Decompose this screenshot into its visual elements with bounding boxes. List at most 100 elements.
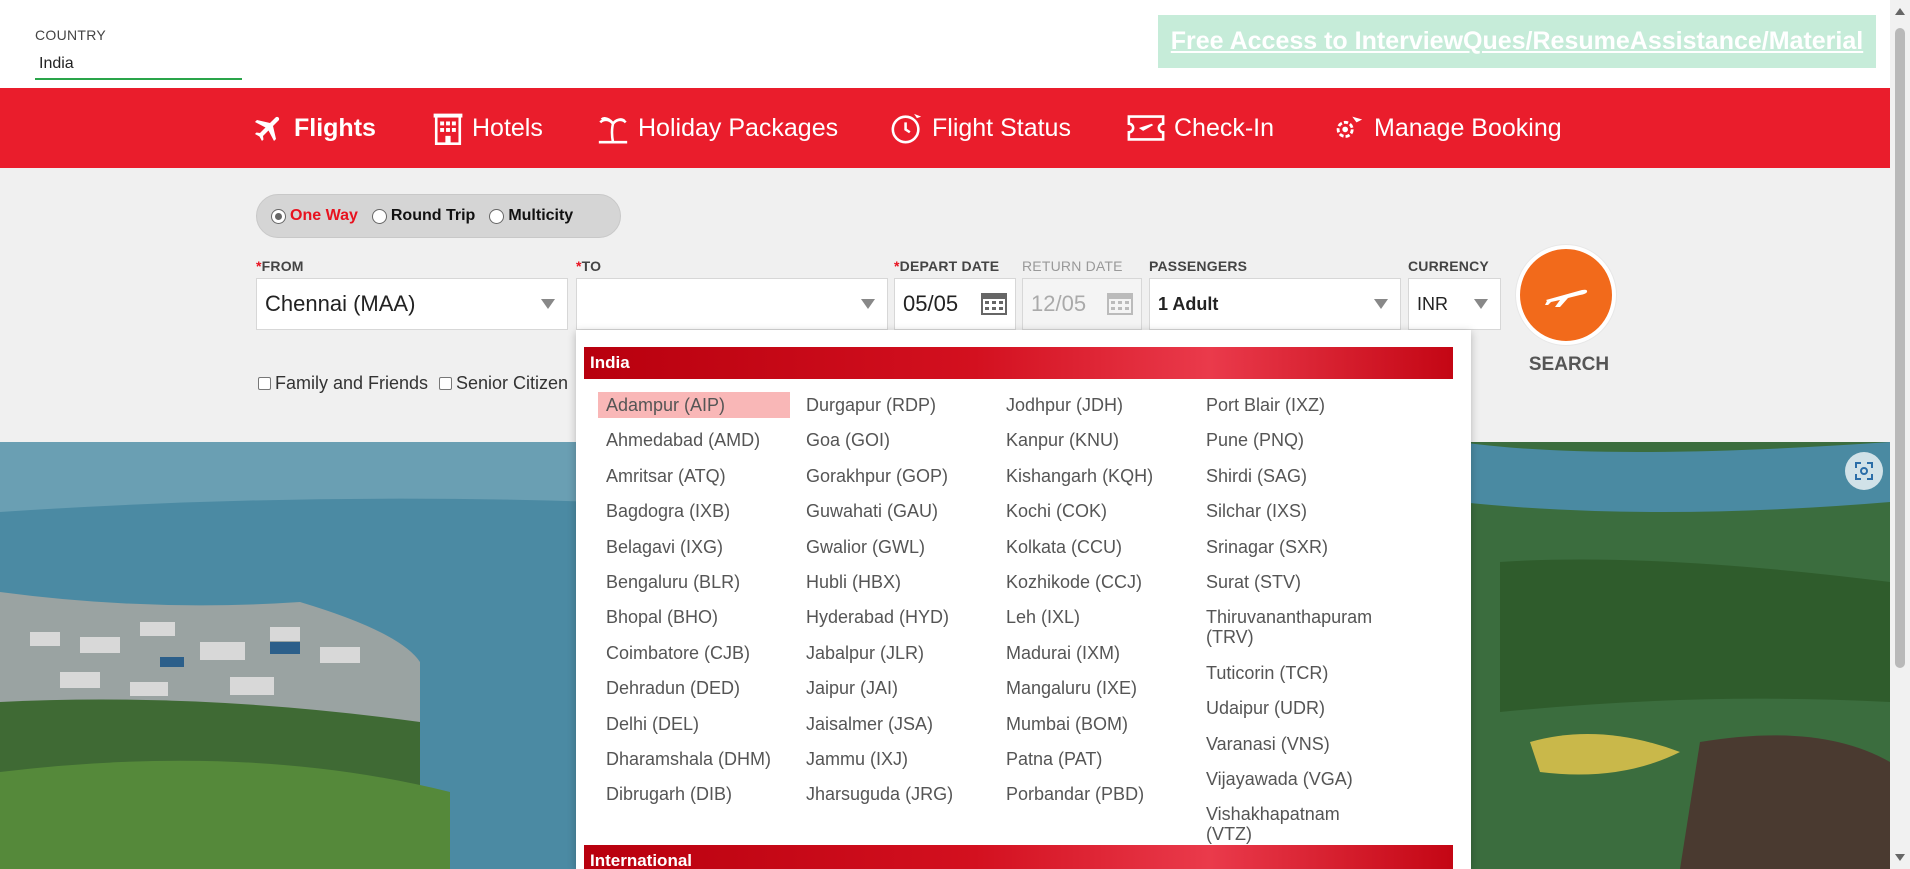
passengers-value: 1 Adult: [1158, 293, 1219, 314]
airport-option[interactable]: Leh (IXL): [998, 604, 1190, 630]
nav-manage-booking[interactable]: Manage Booking: [1330, 88, 1562, 168]
from-select[interactable]: Chennai (MAA): [256, 278, 568, 330]
scroll-up-arrow[interactable]: [1895, 8, 1905, 15]
trip-type-selector: One Way Round Trip Multicity: [256, 194, 621, 238]
airport-option[interactable]: Guwahati (GAU): [798, 498, 990, 524]
scroll-down-arrow[interactable]: [1895, 854, 1905, 861]
airport-option[interactable]: Jaisalmer (JSA): [798, 711, 990, 737]
airport-option[interactable]: Varanasi (VNS): [1198, 731, 1390, 757]
to-label: *TO: [576, 258, 602, 274]
airport-option[interactable]: Jaipur (JAI): [798, 675, 990, 701]
return-date-field[interactable]: 12/05: [1022, 278, 1142, 330]
airport-option[interactable]: Gorakhpur (GOP): [798, 463, 990, 489]
airport-option[interactable]: Amritsar (ATQ): [598, 463, 790, 489]
group-header-india: India: [584, 347, 1453, 379]
from-label: *FROM: [256, 258, 304, 274]
promo-link[interactable]: Free Access to InterviewQues/ResumeAssis…: [1171, 27, 1863, 56]
airport-option[interactable]: Coimbatore (CJB): [598, 640, 790, 666]
search-button[interactable]: [1516, 245, 1616, 345]
hotel-icon: [433, 113, 463, 145]
radio-multicity[interactable]: Multicity: [489, 207, 573, 225]
family-friends-label: Family and Friends: [275, 373, 429, 393]
return-date-label: RETURN DATE: [1022, 258, 1123, 274]
currency-select[interactable]: INR: [1408, 278, 1501, 330]
airport-option[interactable]: Silchar (IXS): [1198, 498, 1390, 524]
airport-option[interactable]: Ahmedabad (AMD): [598, 427, 790, 453]
nav-hotels[interactable]: Hotels: [432, 88, 543, 168]
airport-option[interactable]: Kanpur (KNU): [998, 427, 1190, 453]
radio-dot: [489, 208, 505, 224]
senior-citizen-label: Senior Citizen: [456, 373, 569, 393]
to-select[interactable]: [576, 278, 888, 330]
gear-plane-icon: [1336, 116, 1363, 138]
nav-flights-label: Flights: [294, 113, 376, 142]
radio-round-trip[interactable]: Round Trip: [371, 207, 475, 225]
calendar-icon[interactable]: [981, 291, 1007, 315]
airport-option[interactable]: Mangaluru (IXE): [998, 675, 1190, 701]
airport-option[interactable]: Shirdi (SAG): [1198, 463, 1390, 489]
checkbox-box[interactable]: [258, 377, 271, 390]
airport-option[interactable]: Kozhikode (CCJ): [998, 569, 1190, 595]
airport-option[interactable]: Udaipur (UDR): [1198, 695, 1390, 721]
airport-option[interactable]: Jodhpur (JDH): [998, 392, 1190, 418]
airport-option[interactable]: Dibrugarh (DIB): [598, 781, 790, 807]
airport-option[interactable]: Bhopal (BHO): [598, 604, 790, 630]
radio-multicity-label: Multicity: [508, 207, 574, 224]
airport-option[interactable]: Patna (PAT): [998, 746, 1190, 772]
airport-option[interactable]: Kochi (COK): [998, 498, 1190, 524]
promo-banner[interactable]: Free Access to InterviewQues/ResumeAssis…: [1158, 15, 1876, 68]
airport-option[interactable]: Durgapur (RDP): [798, 392, 990, 418]
radio-one-way-label: One Way: [290, 207, 358, 224]
passengers-select[interactable]: 1 Adult: [1149, 278, 1401, 330]
airport-option[interactable]: Surat (STV): [1198, 569, 1390, 595]
country-label: COUNTRY: [35, 27, 107, 43]
airport-option[interactable]: Gwalior (GWL): [798, 534, 990, 560]
page-scrollbar[interactable]: [1890, 0, 1910, 869]
scroll-thumb[interactable]: [1895, 28, 1905, 668]
depart-date-field[interactable]: 05/05: [894, 278, 1016, 330]
senior-citizen-checkbox[interactable]: Senior Citizen: [439, 373, 568, 394]
chevron-down-icon: [1474, 299, 1488, 309]
airport-option[interactable]: Delhi (DEL): [598, 711, 790, 737]
airport-option[interactable]: Jammu (IXJ): [798, 746, 990, 772]
airport-option[interactable]: Thiruvananthapuram (TRV): [1198, 604, 1390, 650]
country-select[interactable]: India: [35, 50, 242, 80]
airport-option[interactable]: Hubli (HBX): [798, 569, 990, 595]
airport-column-1: Adampur (AIP) Ahmedabad (AMD) Amritsar (…: [598, 392, 798, 817]
airport-option[interactable]: Kolkata (CCU): [998, 534, 1190, 560]
family-friends-checkbox[interactable]: Family and Friends: [258, 373, 428, 394]
airport-option[interactable]: Port Blair (IXZ): [1198, 392, 1390, 418]
airport-option[interactable]: Bagdogra (IXB): [598, 498, 790, 524]
checkbox-box[interactable]: [439, 377, 452, 390]
airport-option[interactable]: Vishakhapatnam (VTZ): [1198, 801, 1390, 847]
airport-option[interactable]: Vijayawada (VGA): [1198, 766, 1390, 792]
airport-option[interactable]: Hyderabad (HYD): [798, 604, 990, 630]
airport-option[interactable]: Mumbai (BOM): [998, 711, 1190, 737]
airport-option[interactable]: Madurai (IXM): [998, 640, 1190, 666]
airport-option[interactable]: Bengaluru (BLR): [598, 569, 790, 595]
airport-option[interactable]: Kishangarh (KQH): [998, 463, 1190, 489]
airport-option[interactable]: Dehradun (DED): [598, 675, 790, 701]
airport-option[interactable]: Jharsuguda (JRG): [798, 781, 990, 807]
nav-holiday-packages[interactable]: Holiday Packages: [596, 88, 838, 168]
nav-flight-status[interactable]: Flight Status: [890, 88, 1071, 168]
nav-flights[interactable]: Flights: [252, 88, 376, 168]
chevron-down-icon: [1374, 299, 1388, 309]
main-nav: Flights Hotels Holiday Packages Flight S…: [0, 88, 1890, 168]
airport-option[interactable]: Srinagar (SXR): [1198, 534, 1390, 560]
calendar-icon[interactable]: [1107, 291, 1133, 315]
nav-check-in[interactable]: Check-In: [1126, 88, 1274, 168]
radio-dot: [271, 208, 286, 224]
airport-option[interactable]: Adampur (AIP): [598, 392, 790, 418]
airport-option[interactable]: Belagavi (IXG): [598, 534, 790, 560]
airport-option[interactable]: Goa (GOI): [798, 427, 990, 453]
airport-option[interactable]: Dharamshala (DHM): [598, 746, 790, 772]
visual-search-button[interactable]: [1845, 452, 1883, 490]
nav-holiday-label: Holiday Packages: [638, 113, 839, 142]
airport-option[interactable]: Tuticorin (TCR): [1198, 660, 1390, 686]
currency-label: CURRENCY: [1408, 258, 1489, 274]
radio-one-way[interactable]: One Way: [271, 207, 358, 225]
airport-option[interactable]: Jabalpur (JLR): [798, 640, 990, 666]
airport-option[interactable]: Pune (PNQ): [1198, 427, 1390, 453]
airport-option[interactable]: Porbandar (PBD): [998, 781, 1190, 807]
